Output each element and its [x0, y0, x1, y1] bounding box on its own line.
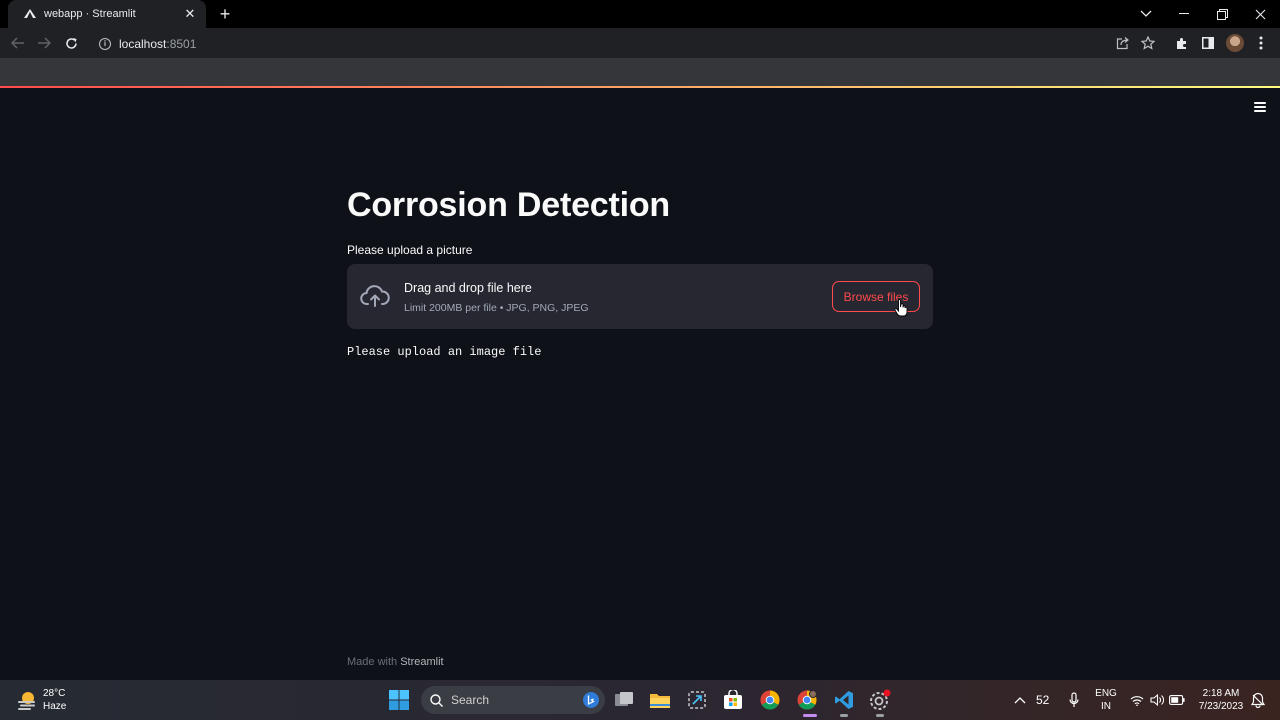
active-app-indicator [803, 714, 817, 717]
url-text: localhost:8501 [119, 36, 197, 51]
taskbar-search[interactable]: Search [421, 686, 605, 714]
windows-start-icon[interactable] [387, 688, 411, 712]
streamlit-favicon-icon [22, 6, 38, 22]
browser-tab-strip: webapp · Streamlit ✕ + [0, 0, 1280, 28]
file-explorer-icon[interactable] [648, 688, 672, 712]
browser-tab[interactable]: webapp · Streamlit ✕ [8, 0, 206, 28]
anaconda-icon[interactable] [868, 688, 892, 712]
profile-avatar[interactable] [1226, 34, 1244, 52]
hamburger-menu-icon[interactable] [1254, 102, 1266, 112]
address-bar[interactable]: i localhost:8501 [90, 31, 1162, 56]
chrome-icon[interactable] [758, 688, 782, 712]
microphone-icon[interactable] [1062, 688, 1086, 712]
status-message: Please upload an image file [347, 345, 542, 359]
browser-toolbar: i localhost:8501 [0, 28, 1280, 58]
minimize-icon[interactable] [1165, 0, 1203, 28]
chevron-up-icon[interactable] [1008, 688, 1032, 712]
streamlit-link[interactable]: Streamlit [400, 656, 443, 668]
weather-description: Haze [43, 701, 67, 712]
close-window-icon[interactable] [1241, 0, 1279, 28]
haze-weather-icon [16, 689, 38, 711]
battery-icon[interactable] [1165, 688, 1189, 712]
streamlit-app: Corrosion Detection Please upload a pict… [0, 88, 1280, 680]
windows-taskbar: 28°C Haze Search 52 ENG IN 2:18 AM 7/23/… [0, 680, 1280, 720]
hand-cursor-icon [894, 299, 908, 317]
weather-temperature: 28°C [43, 688, 66, 699]
extensions-icon[interactable] [1172, 34, 1190, 52]
bing-icon [583, 692, 599, 708]
weather-widget[interactable]: 28°C Haze [16, 687, 66, 713]
search-icon [430, 693, 443, 707]
back-icon[interactable] [8, 33, 28, 53]
close-icon[interactable]: ✕ [182, 6, 198, 22]
cloud-upload-icon [360, 283, 390, 309]
chrome-profile-icon[interactable] [795, 688, 819, 712]
snipping-tool-icon[interactable] [685, 688, 709, 712]
tray-number[interactable]: 52 [1036, 694, 1049, 707]
app-indicator [840, 714, 848, 717]
page-title: Corrosion Detection [347, 186, 671, 224]
reload-icon[interactable] [61, 33, 81, 53]
info-icon[interactable]: i [99, 37, 111, 50]
microsoft-store-icon[interactable] [721, 688, 745, 712]
vscode-icon[interactable] [832, 688, 856, 712]
language-indicator[interactable]: ENG IN [1094, 687, 1118, 713]
app-indicator [876, 714, 884, 717]
dropzone-title: Drag and drop file here [404, 281, 532, 295]
bookmarks-bar [0, 58, 1280, 86]
restore-icon[interactable] [1203, 0, 1241, 28]
star-icon[interactable] [1139, 34, 1157, 52]
clock[interactable]: 2:18 AM 7/23/2023 [1192, 687, 1250, 713]
share-icon[interactable] [1113, 34, 1131, 52]
search-label: Search [451, 693, 490, 707]
sidepanel-icon[interactable] [1199, 34, 1217, 52]
kebab-icon[interactable] [1252, 34, 1270, 52]
notification-bell-icon[interactable] [1246, 688, 1270, 712]
tab-title: webapp · Streamlit [44, 8, 136, 20]
uploader-label: Please upload a picture [347, 243, 473, 257]
dropzone-limit: Limit 200MB per file • JPG, PNG, JPEG [404, 302, 589, 314]
new-tab-button[interactable]: + [216, 5, 234, 23]
footer: Made with Streamlit [347, 656, 444, 668]
chevron-down-icon[interactable] [1127, 0, 1165, 28]
task-view-icon[interactable] [612, 688, 636, 712]
file-dropzone[interactable]: Drag and drop file here Limit 200MB per … [347, 264, 933, 329]
forward-icon[interactable] [34, 33, 54, 53]
